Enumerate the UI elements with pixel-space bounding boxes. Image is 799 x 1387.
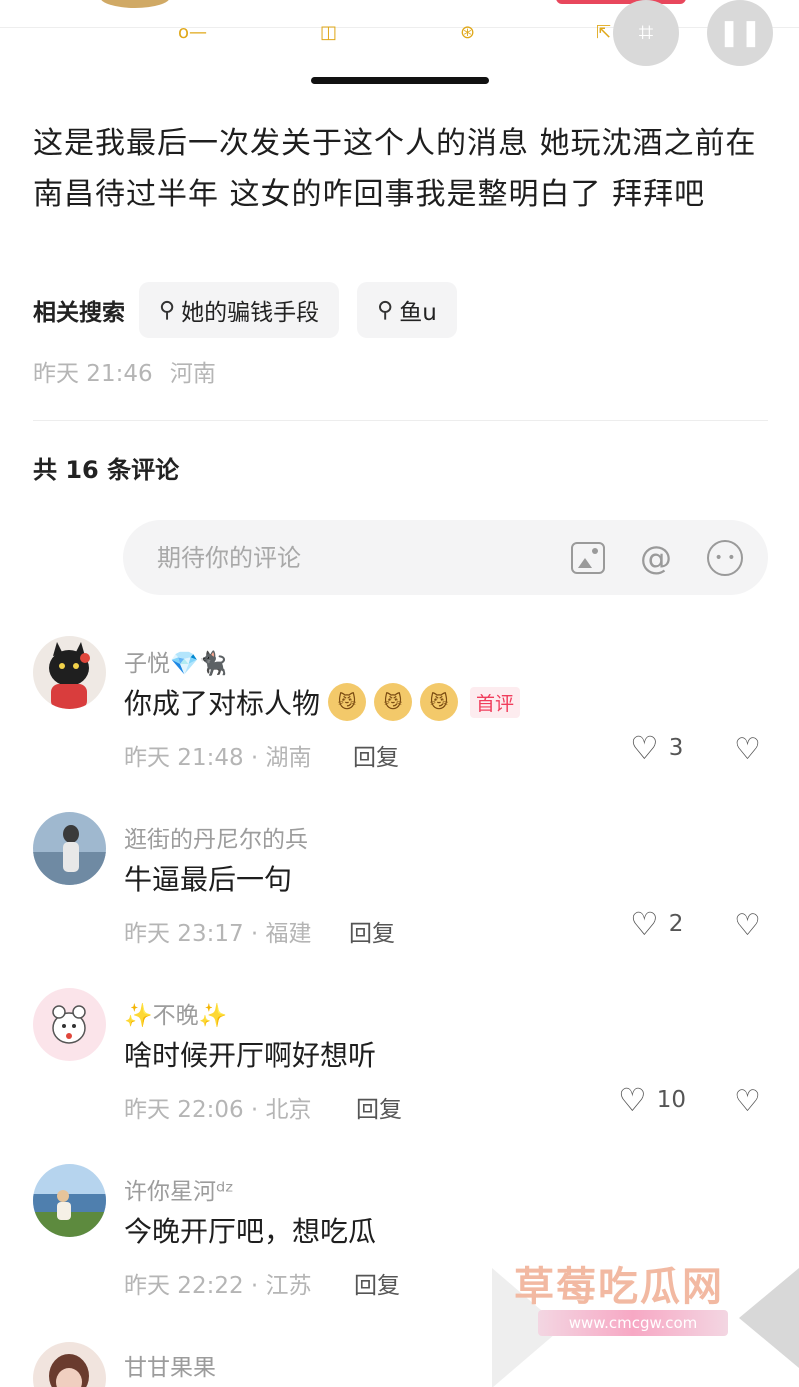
comment-username[interactable]: 子悦💎🐈‍⬛ bbox=[124, 644, 227, 678]
avatar[interactable] bbox=[33, 812, 106, 885]
toolbar-icon-2[interactable]: ◫ bbox=[320, 24, 337, 42]
related-search-text: 鱼u bbox=[399, 300, 437, 326]
toolbar-icon-1[interactable]: o— bbox=[178, 24, 207, 42]
broken-heart-icon[interactable]: ♡ bbox=[734, 908, 761, 943]
comment-meta: 昨天 21:48 · 湖南 bbox=[124, 745, 312, 771]
heart-icon: ♡ bbox=[630, 729, 659, 767]
comment-item: 逛街的丹尼尔的兵 牛逼最后一句 昨天 23:17 · 福建 回复 ♡ 2 ♡ bbox=[0, 812, 799, 987]
author-avatar-peek bbox=[100, 0, 170, 8]
top-bar: o— ◫ ⊛ ⇱ ⌗ ❚❚ bbox=[0, 0, 799, 84]
post-location: 河南 bbox=[169, 361, 216, 387]
like-button[interactable]: ♡ 2 bbox=[630, 908, 683, 940]
related-searches-label: 相关搜索 bbox=[33, 300, 125, 326]
like-count: 10 bbox=[656, 1087, 686, 1113]
top-divider bbox=[0, 27, 799, 28]
comment-text: 啥时候开厅啊好想听 bbox=[124, 1039, 377, 1072]
first-comment-badge: 首评 bbox=[470, 686, 521, 718]
comment-text-body: 你成了对标人物 bbox=[124, 687, 321, 720]
related-search-chip[interactable]: ⚲ 她的骗钱手段 bbox=[139, 282, 340, 338]
reply-button[interactable]: 回复 bbox=[349, 914, 395, 948]
watermark-arrow-right bbox=[739, 1268, 799, 1368]
heart-icon: ♡ bbox=[618, 1081, 647, 1119]
toolbar-icon-3[interactable]: ⊛ bbox=[460, 24, 475, 42]
share-icon[interactable]: ⇱ bbox=[596, 24, 611, 42]
broken-heart-icon[interactable]: ♡ bbox=[734, 732, 761, 767]
divider bbox=[33, 420, 768, 421]
watermark-title: 草莓吃瓜网 bbox=[514, 1264, 724, 1310]
comment-username[interactable]: 甘甘果果 bbox=[124, 1348, 216, 1382]
comment-meta: 昨天 22:22 · 江苏 bbox=[124, 1273, 312, 1299]
reply-button[interactable]: 回复 bbox=[356, 1090, 402, 1124]
comment-meta: 昨天 23:17 · 福建 bbox=[124, 921, 312, 947]
magnifier-icon: ⚲ bbox=[159, 297, 176, 323]
avatar[interactable] bbox=[33, 1164, 106, 1237]
avatar[interactable] bbox=[33, 1342, 106, 1387]
comment-username[interactable]: 逛街的丹尼尔的兵 bbox=[124, 820, 308, 854]
comment-count: 共 16 条评论 bbox=[33, 456, 180, 484]
reply-button[interactable]: 回复 bbox=[354, 1266, 400, 1300]
comment-text: 今晚开厅吧，想吃瓜 bbox=[124, 1215, 377, 1248]
related-searches: 相关搜索 ⚲ 她的骗钱手段 ⚲ 鱼u bbox=[33, 282, 475, 338]
magnifier-icon: ⚲ bbox=[377, 297, 394, 323]
broken-heart-icon[interactable]: ♡ bbox=[734, 1084, 761, 1119]
comment-input-box[interactable]: @ • • bbox=[123, 520, 768, 595]
cat-emoji-icon: 😼 bbox=[420, 683, 459, 721]
comment-username[interactable]: 许你星河ᵈᶻ bbox=[124, 1172, 234, 1206]
post-text: 这是我最后一次发关于这个人的消息 她玩沈酒之前在南昌待过半年 这女的咋回事我是整… bbox=[33, 126, 757, 212]
post-meta: 昨天 21:46 河南 bbox=[33, 354, 216, 388]
cat-emoji-icon: 😼 bbox=[328, 683, 367, 721]
reply-button[interactable]: 回复 bbox=[353, 738, 399, 772]
image-icon[interactable] bbox=[571, 542, 605, 574]
like-button[interactable]: ♡ 3 bbox=[630, 732, 683, 764]
like-button[interactable]: ♡ 10 bbox=[618, 1084, 686, 1116]
comment-item: ✨不晚✨ 啥时候开厅啊好想听 昨天 22:06 · 北京 回复 ♡ 10 ♡ bbox=[0, 988, 799, 1163]
avatar[interactable] bbox=[33, 636, 106, 709]
home-indicator bbox=[311, 77, 489, 84]
heart-icon: ♡ bbox=[630, 905, 659, 943]
at-icon[interactable]: @ bbox=[638, 539, 674, 577]
comment-meta: 昨天 22:06 · 北京 bbox=[124, 1097, 312, 1123]
avatar[interactable] bbox=[33, 988, 106, 1061]
watermark-url: www.cmcgw.com bbox=[538, 1310, 728, 1336]
cat-emoji-icon: 😼 bbox=[374, 683, 413, 721]
comment-username[interactable]: ✨不晚✨ bbox=[124, 996, 227, 1030]
pause-icon[interactable]: ❚❚ bbox=[707, 0, 773, 66]
related-search-chip[interactable]: ⚲ 鱼u bbox=[357, 282, 457, 338]
comment-text: 牛逼最后一句 bbox=[124, 863, 293, 896]
related-search-text: 她的骗钱手段 bbox=[181, 300, 320, 326]
comment-input[interactable] bbox=[157, 543, 547, 572]
watermark: 草莓吃瓜网 www.cmcgw.com bbox=[492, 1248, 799, 1387]
emoji-icon[interactable]: • • bbox=[707, 540, 743, 576]
like-count: 3 bbox=[668, 735, 684, 761]
post-time: 昨天 21:46 bbox=[33, 361, 153, 387]
scan-icon[interactable]: ⌗ bbox=[613, 0, 679, 66]
comment-text: 你成了对标人物 😼 😼 😼 首评 bbox=[124, 682, 521, 722]
like-count: 2 bbox=[668, 911, 684, 937]
follow-button-peek[interactable] bbox=[556, 0, 686, 4]
comment-item: 子悦💎🐈‍⬛ 你成了对标人物 😼 😼 😼 首评 昨天 21:48 · 湖南 回复… bbox=[0, 636, 799, 811]
